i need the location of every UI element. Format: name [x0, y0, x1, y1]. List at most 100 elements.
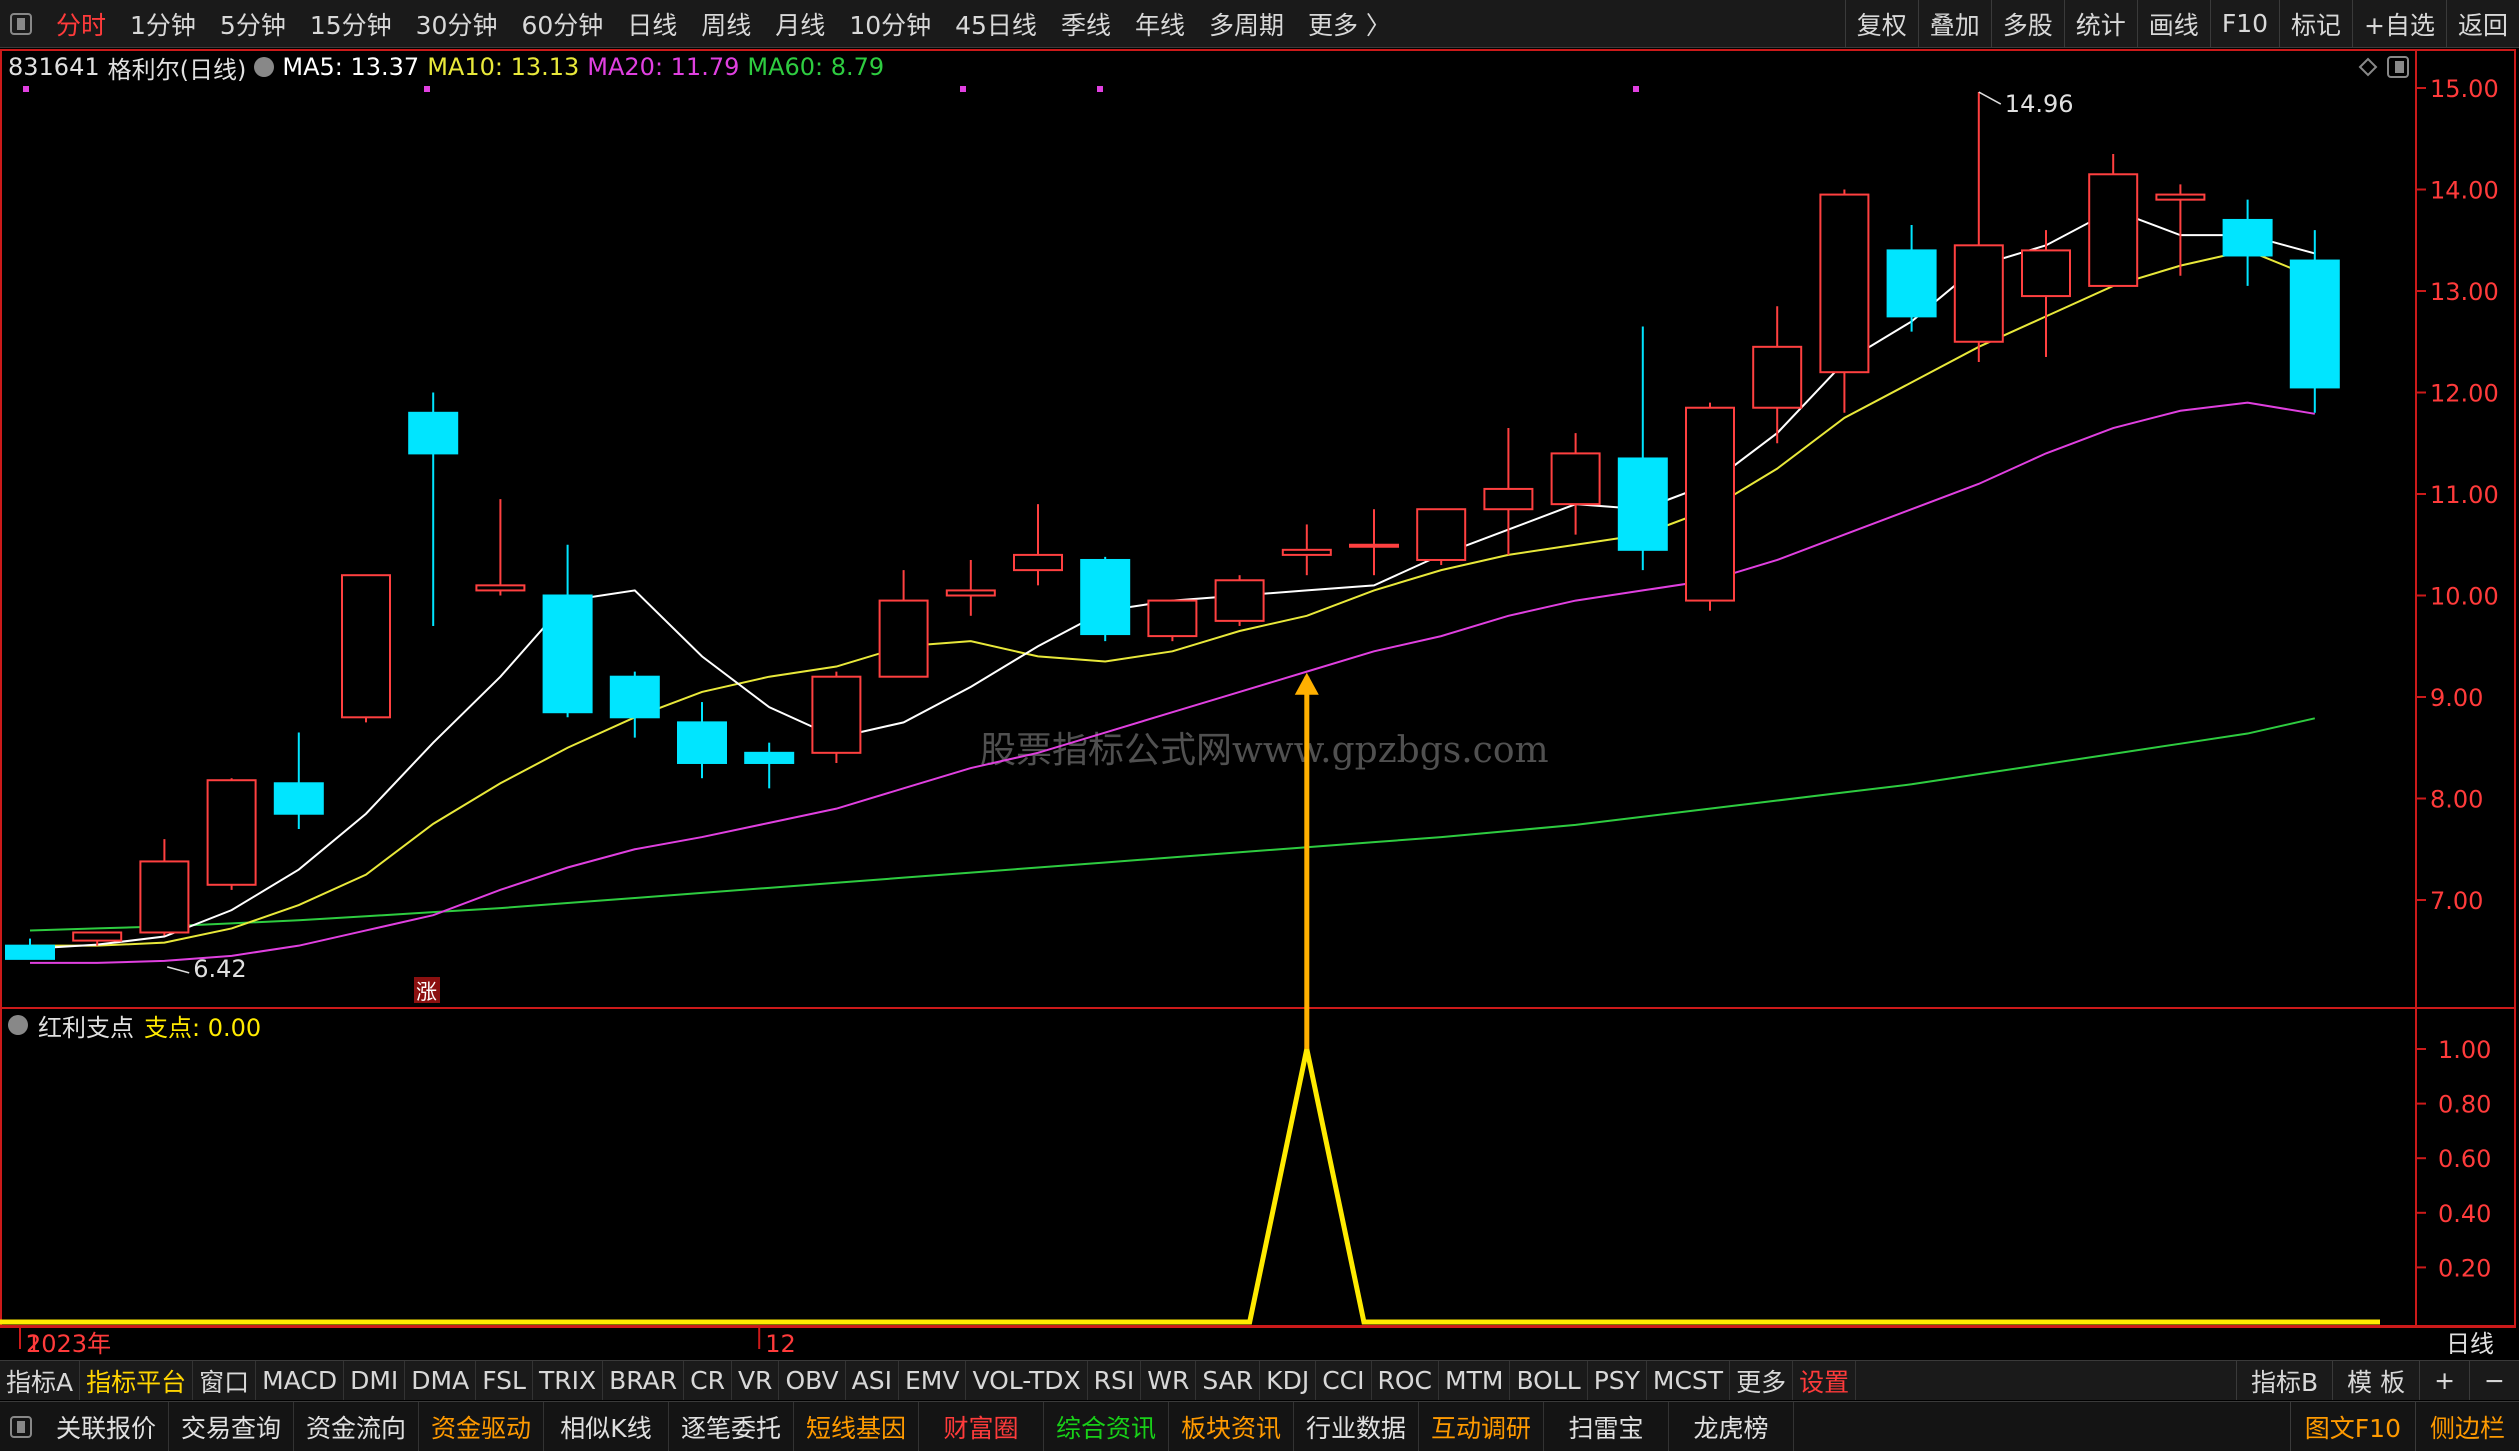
indicator-tab-12[interactable]: ASI — [846, 1361, 899, 1400]
indicator-tab-10[interactable]: VR — [732, 1361, 780, 1400]
indicator-tab-20[interactable]: ROC — [1372, 1361, 1440, 1400]
candle-body — [1281, 548, 1332, 556]
indicator-tab-17[interactable]: SAR — [1196, 1361, 1261, 1400]
function-buttons: 关联报价 交易查询 资金流向 资金驱动 相似K线 逐笔委托 短线基因 财富圈 综合资讯 板块资讯行… — [44, 1402, 1794, 1451]
toolbar-button-0[interactable]: 复权 — [1844, 0, 1918, 47]
window-icon[interactable] — [10, 12, 32, 35]
toolbar-right-buttons: 复权 叠加 多股 统计 画线 F10 标记 +自选 返回 — [1844, 0, 2519, 47]
period-tab-6[interactable]: 日线 — [615, 6, 689, 42]
indicator-tab-3[interactable]: MACD — [256, 1361, 345, 1400]
panel-toggle-icon[interactable] — [10, 1415, 32, 1438]
function-right-button-1[interactable]: 侧边栏 — [2414, 1402, 2519, 1451]
function-button-12[interactable]: 扫雷宝 — [1544, 1402, 1669, 1451]
indicator-tab-25[interactable]: 更多 — [1730, 1361, 1794, 1400]
toolbar-button-6[interactable]: 标记 — [2279, 0, 2352, 47]
function-button-9[interactable]: 板块资讯 — [1169, 1402, 1294, 1451]
indicator-tab-4[interactable]: DMI — [344, 1361, 406, 1400]
function-button-4[interactable]: 相似K线 — [544, 1402, 669, 1451]
high-leader — [1978, 91, 2002, 105]
low-price-label: 6.42 — [193, 955, 246, 983]
signal-dot — [960, 86, 966, 92]
indicator-tab-7[interactable]: TRIX — [533, 1361, 604, 1400]
function-button-0[interactable]: 关联报价 — [44, 1402, 169, 1451]
function-button-1[interactable]: 交易查询 — [169, 1402, 294, 1451]
indicator-right-button-3[interactable]: − — [2469, 1361, 2519, 1400]
indicator-tab-11[interactable]: OBV — [779, 1361, 846, 1400]
indicator-toggle-icon[interactable] — [8, 1015, 28, 1035]
indicator-tab-2[interactable]: 窗口 — [193, 1361, 257, 1400]
period-tab-0[interactable]: 分时 — [44, 6, 118, 42]
indicator-tab-13[interactable]: EMV — [899, 1361, 967, 1400]
indicator-tab-8[interactable]: BRAR — [603, 1361, 685, 1400]
period-tab-3[interactable]: 15分钟 — [298, 6, 404, 42]
toolbar-button-3[interactable]: 统计 — [2063, 0, 2137, 47]
function-right-buttons: 图文F10 侧边栏 — [2289, 1402, 2519, 1451]
price-tick-label: 8.00 — [2430, 786, 2483, 814]
indicator-tab-16[interactable]: WR — [1141, 1361, 1197, 1400]
period-tab-7[interactable]: 周线 — [689, 6, 763, 42]
indicator-tab-0[interactable]: 指标A — [0, 1361, 81, 1400]
candle-body — [1483, 487, 1534, 511]
period-tab-14[interactable]: 更多 〉 — [1296, 6, 1403, 42]
indicator-tab-26[interactable]: 设置 — [1793, 1361, 1857, 1400]
period-tab-2[interactable]: 5分钟 — [208, 6, 298, 42]
period-tab-1[interactable]: 1分钟 — [118, 6, 208, 42]
indicator-tab-24[interactable]: MCST — [1647, 1361, 1731, 1400]
function-right-button-0[interactable]: 图文F10 — [2289, 1402, 2415, 1451]
indicator-tab-9[interactable]: CR — [684, 1361, 732, 1400]
function-button-7[interactable]: 财富圈 — [919, 1402, 1044, 1451]
candle-body — [2222, 218, 2273, 257]
stock-name: 格利尔(日线) — [107, 55, 247, 84]
toolbar-button-1[interactable]: 叠加 — [1917, 0, 1991, 47]
function-button-10[interactable]: 行业数据 — [1294, 1402, 1419, 1451]
toolbar-button-7[interactable]: +自选 — [2352, 0, 2446, 47]
indicator-tab-19[interactable]: CCI — [1316, 1361, 1372, 1400]
indicator-right-button-2[interactable]: + — [2419, 1361, 2469, 1400]
toolbar-button-8[interactable]: 返回 — [2445, 0, 2519, 47]
function-button-2[interactable]: 资金流向 — [294, 1402, 419, 1451]
signal-dot — [1633, 86, 1639, 92]
indicator-tab-18[interactable]: KDJ — [1260, 1361, 1317, 1400]
indicator-tab-14[interactable]: VOL-TDX — [966, 1361, 1088, 1400]
period-tab-12[interactable]: 年线 — [1123, 6, 1197, 42]
period-tab-5[interactable]: 60分钟 — [509, 6, 615, 42]
candle-body — [1349, 543, 1399, 548]
candle-body — [609, 675, 660, 719]
candle-body — [1013, 553, 1063, 572]
candle-body — [1080, 558, 1131, 636]
toolbar-button-5[interactable]: F10 — [2209, 0, 2279, 47]
indicator-right-button-0[interactable]: 指标B — [2235, 1361, 2332, 1400]
ma60-label: MA60: 8.79 — [747, 53, 885, 81]
period-tab-8[interactable]: 月线 — [763, 6, 837, 42]
period-tab-11[interactable]: 季线 — [1049, 6, 1123, 42]
diamond-icon[interactable] — [2358, 57, 2378, 77]
signal-line — [0, 1048, 2380, 1325]
candle-body — [206, 779, 257, 886]
period-tab-13[interactable]: 多周期 — [1197, 6, 1296, 42]
period-tab-9[interactable]: 10分钟 — [837, 6, 943, 42]
indicator-tab-21[interactable]: MTM — [1439, 1361, 1511, 1400]
kline-chart[interactable]: 15.0014.0013.0012.0011.0010.009.008.007.… — [0, 49, 2519, 1359]
indicator-tab-6[interactable]: FSL — [476, 1361, 533, 1400]
function-button-6[interactable]: 短线基因 — [794, 1402, 919, 1451]
indicator-tab-15[interactable]: RSI — [1088, 1361, 1142, 1400]
indicator-tab-22[interactable]: BOLL — [1510, 1361, 1588, 1400]
indicator-right-button-1[interactable]: 模 板 — [2332, 1361, 2419, 1400]
period-tab-4[interactable]: 30分钟 — [404, 6, 510, 42]
function-button-8[interactable]: 综合资讯 — [1044, 1402, 1169, 1451]
toolbar-button-2[interactable]: 多股 — [1990, 0, 2064, 47]
function-button-13[interactable]: 龙虎榜 — [1669, 1402, 1794, 1451]
function-button-5[interactable]: 逐笔委托 — [669, 1402, 794, 1451]
function-button-3[interactable]: 资金驱动 — [419, 1402, 544, 1451]
toggle-icon[interactable] — [254, 57, 275, 77]
period-tab-10[interactable]: 45日线 — [943, 6, 1049, 42]
candle-body — [2088, 173, 2139, 287]
toolbar-button-4[interactable]: 画线 — [2136, 0, 2210, 47]
indicator-tab-23[interactable]: PSY — [1588, 1361, 1647, 1400]
price-tick-label: 10.00 — [2430, 583, 2499, 611]
indicator-tab-5[interactable]: DMA — [405, 1361, 477, 1400]
indicator-tab-1[interactable]: 指标平台 — [80, 1361, 194, 1400]
candle-body — [1819, 193, 1870, 374]
function-button-11[interactable]: 互动调研 — [1419, 1402, 1544, 1451]
stock-code: 831641 — [8, 53, 100, 81]
